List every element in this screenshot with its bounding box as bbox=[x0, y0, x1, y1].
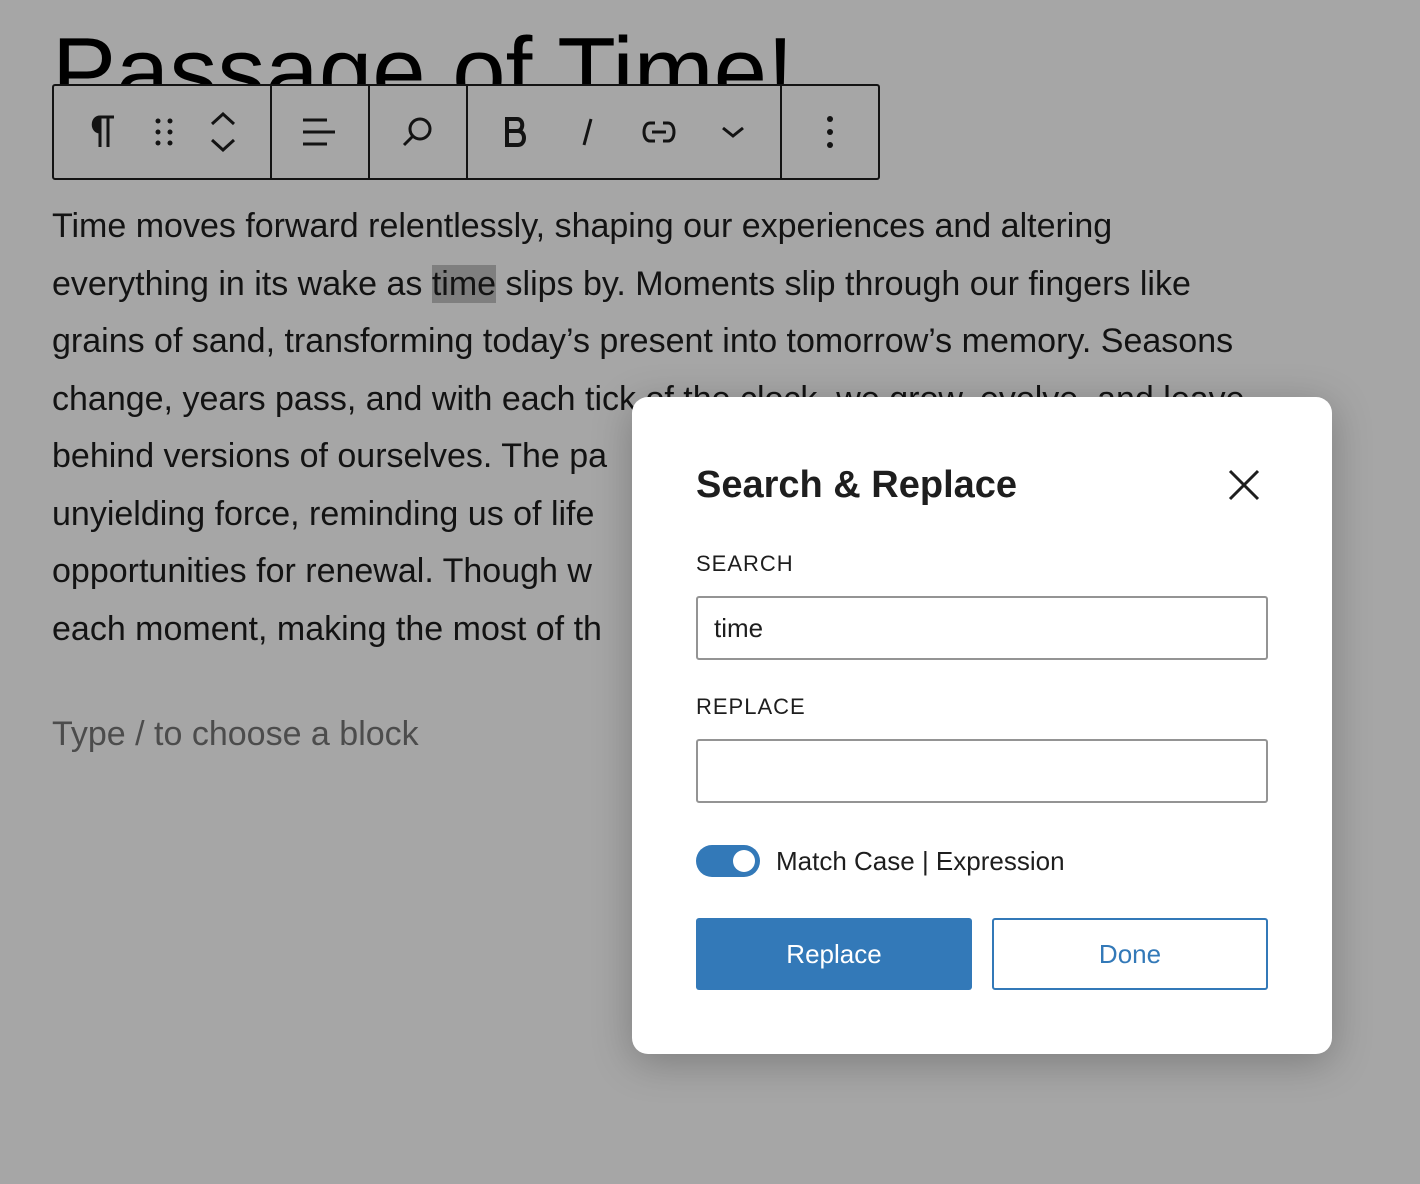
done-button[interactable]: Done bbox=[992, 918, 1268, 990]
match-case-label: Match Case | Expression bbox=[776, 845, 1065, 876]
toggle-knob bbox=[733, 850, 755, 872]
replace-input[interactable] bbox=[696, 739, 1268, 803]
match-case-row: Match Case | Expression bbox=[696, 841, 1065, 881]
search-replace-modal: Search & Replace SEARCH REPLACE Match Ca… bbox=[632, 397, 1332, 1054]
close-button[interactable] bbox=[1218, 459, 1270, 511]
modal-title: Search & Replace bbox=[696, 464, 1018, 506]
replace-label: REPLACE bbox=[696, 694, 806, 719]
replace-button[interactable]: Replace bbox=[696, 918, 972, 990]
search-input[interactable] bbox=[696, 596, 1268, 660]
close-icon bbox=[1228, 469, 1260, 501]
match-case-toggle[interactable] bbox=[696, 845, 760, 877]
search-label: SEARCH bbox=[696, 551, 794, 576]
